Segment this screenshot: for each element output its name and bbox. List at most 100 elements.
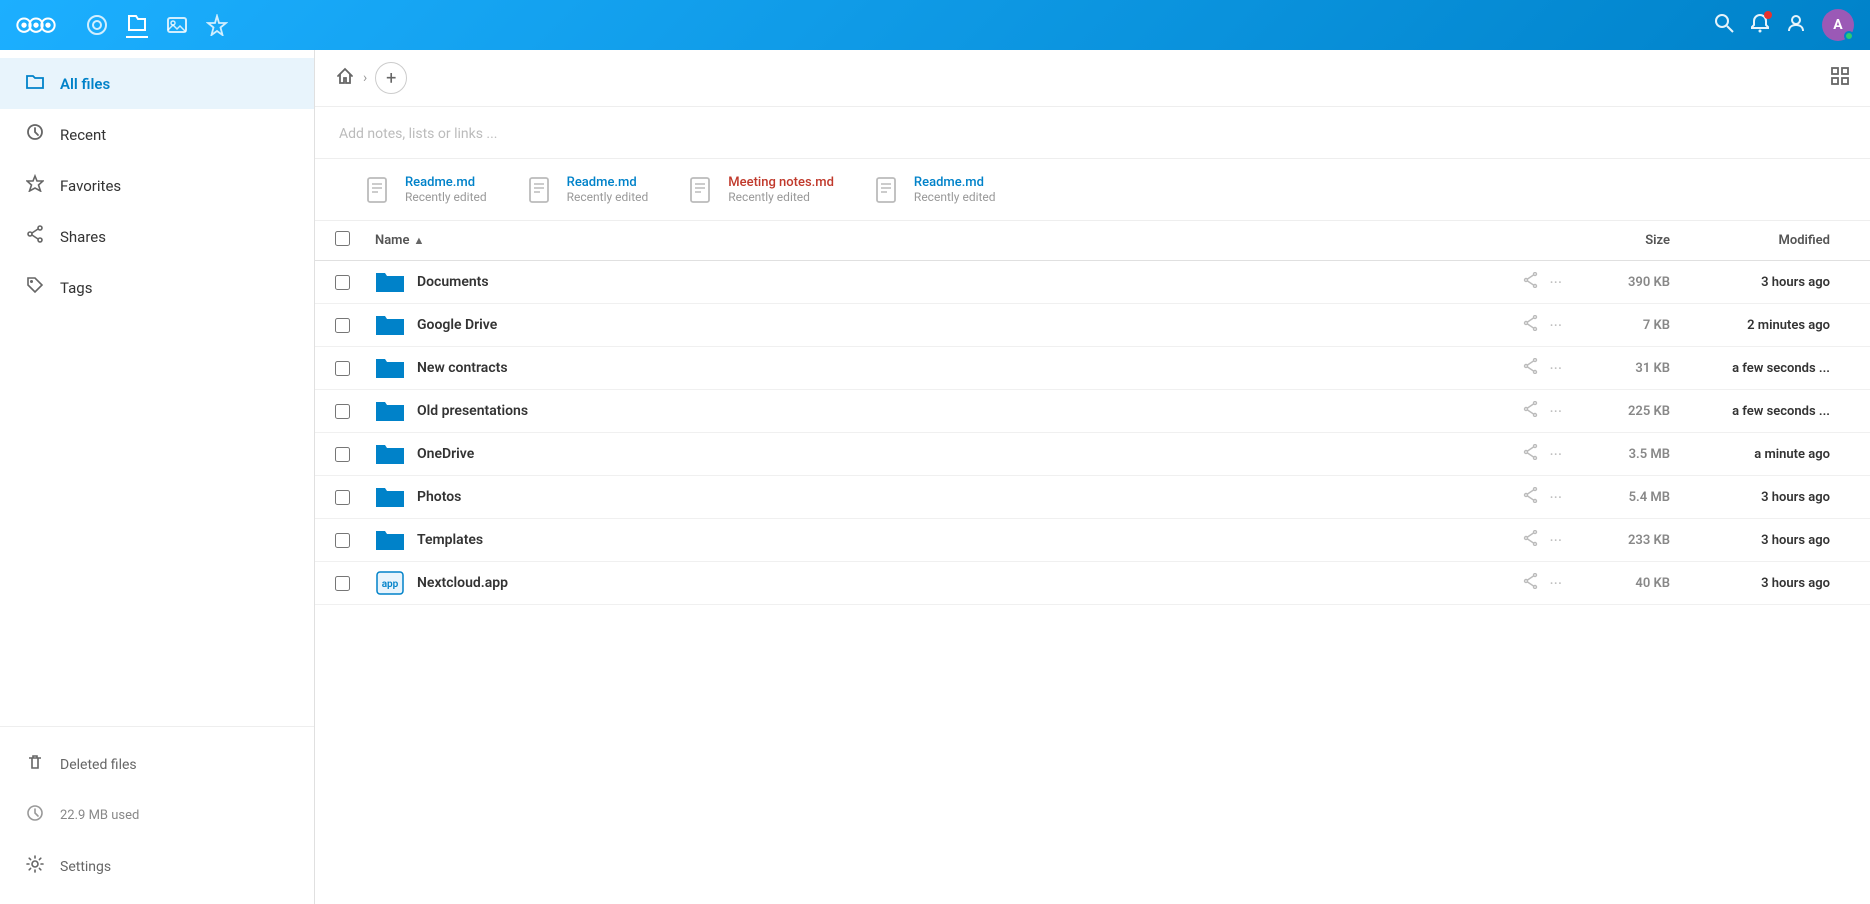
search-icon[interactable] — [1714, 13, 1734, 38]
more-row-icon[interactable]: ··· — [1549, 574, 1562, 593]
table-row[interactable]: OneDrive ··· 3.5 MB a minute ago — [315, 433, 1870, 476]
folder-icon — [24, 72, 46, 95]
sidebar-item-shares[interactable]: Shares — [0, 211, 314, 262]
share-row-icon[interactable] — [1523, 487, 1539, 507]
size-column-header: Size — [1570, 233, 1670, 248]
breadcrumb-add-button[interactable]: + — [375, 62, 407, 94]
breadcrumb-separator: › — [363, 70, 367, 86]
sidebar-item-recent[interactable]: Recent — [0, 109, 314, 160]
share-row-icon[interactable] — [1523, 444, 1539, 464]
file-modified: 2 minutes ago — [1670, 318, 1850, 333]
file-name: Google Drive — [417, 317, 497, 333]
avatar[interactable]: A — [1822, 9, 1854, 41]
dashboard-nav-icon[interactable] — [86, 14, 108, 36]
more-row-icon[interactable]: ··· — [1549, 273, 1562, 292]
table-row[interactable]: New contracts ··· 31 KB a few seconds ..… — [315, 347, 1870, 390]
avatar-online-badge — [1844, 31, 1854, 41]
sidebar-item-settings[interactable]: Settings — [0, 841, 314, 892]
file-modified: 3 hours ago — [1670, 533, 1850, 548]
share-row-icon[interactable] — [1523, 401, 1539, 421]
folder-icon — [375, 441, 405, 467]
storage-icon — [24, 804, 46, 827]
name-column-header: Name — [375, 233, 409, 248]
share-row-icon[interactable] — [1523, 530, 1539, 550]
sort-arrow: ▲ — [413, 234, 424, 247]
breadcrumb-bar: › + — [315, 50, 1870, 107]
sidebar-item-storage: 22.9 MB used — [0, 790, 314, 841]
file-modified: a few seconds ... — [1670, 404, 1850, 419]
row-checkbox-templates[interactable] — [335, 533, 350, 548]
row-actions: ··· — [1523, 272, 1562, 292]
table-row[interactable]: Google Drive ··· 7 KB 2 minutes ago — [315, 304, 1870, 347]
more-row-icon[interactable]: ··· — [1549, 359, 1562, 378]
tag-icon — [24, 276, 46, 299]
nav-right-icons: A — [1714, 9, 1854, 41]
file-modified: a few seconds ... — [1670, 361, 1850, 376]
notification-badge — [1764, 11, 1772, 19]
notifications-icon[interactable] — [1750, 13, 1770, 38]
row-actions: ··· — [1523, 444, 1562, 464]
file-name: Photos — [417, 489, 461, 505]
app-logo[interactable] — [16, 13, 56, 38]
breadcrumb-home[interactable] — [335, 66, 355, 91]
table-row[interactable]: app Nextcloud.app ··· 40 KB 3 hours ago — [315, 562, 1870, 605]
file-size: 233 KB — [1570, 533, 1670, 548]
table-row[interactable]: Documents ··· 390 KB 3 hours ago — [315, 261, 1870, 304]
row-checkbox-nextcloud-app[interactable] — [335, 576, 350, 591]
nav-app-icons — [86, 12, 228, 38]
row-checkbox-documents[interactable] — [335, 275, 350, 290]
main-layout: All files Recent Favorites Shares — [0, 50, 1870, 904]
file-size: 225 KB — [1570, 404, 1670, 419]
file-size: 31 KB — [1570, 361, 1670, 376]
row-actions: ··· — [1523, 401, 1562, 421]
share-row-icon[interactable] — [1523, 272, 1539, 292]
row-actions: ··· — [1523, 530, 1562, 550]
file-rows-container: Documents ··· 390 KB 3 hours ago Google … — [315, 261, 1870, 605]
activity-nav-icon[interactable] — [206, 14, 228, 36]
row-checkbox-old-presentations[interactable] — [335, 404, 350, 419]
file-name: Old presentations — [417, 403, 528, 419]
share-row-icon[interactable] — [1523, 358, 1539, 378]
trash-icon — [24, 753, 46, 776]
share-icon — [24, 225, 46, 248]
sidebar-item-deleted-files[interactable]: Deleted files — [0, 739, 314, 790]
gear-icon — [24, 855, 46, 878]
sidebar-item-tags[interactable]: Tags — [0, 262, 314, 313]
sidebar-nav: All files Recent Favorites Shares — [0, 50, 314, 726]
files-nav-icon[interactable] — [126, 12, 148, 38]
row-checkbox-onedrive[interactable] — [335, 447, 350, 462]
svg-text:app: app — [382, 579, 399, 590]
recent-file-item-0[interactable]: Readme.md Recently edited — [365, 175, 487, 204]
table-row[interactable]: Photos ··· 5.4 MB 3 hours ago — [315, 476, 1870, 519]
sidebar-item-favorites[interactable]: Favorites — [0, 160, 314, 211]
file-modified: 3 hours ago — [1670, 576, 1850, 591]
table-row[interactable]: Old presentations ··· 225 KB a few secon… — [315, 390, 1870, 433]
more-row-icon[interactable]: ··· — [1549, 445, 1562, 464]
view-toggle-button[interactable] — [1830, 66, 1850, 91]
notes-placeholder: Add notes, lists or links ... — [339, 126, 498, 142]
more-row-icon[interactable]: ··· — [1549, 531, 1562, 550]
table-row[interactable]: Templates ··· 233 KB 3 hours ago — [315, 519, 1870, 562]
contacts-icon[interactable] — [1786, 13, 1806, 38]
more-row-icon[interactable]: ··· — [1549, 488, 1562, 507]
file-size: 7 KB — [1570, 318, 1670, 333]
row-checkbox-google-drive[interactable] — [335, 318, 350, 333]
more-row-icon[interactable]: ··· — [1549, 402, 1562, 421]
share-row-icon[interactable] — [1523, 573, 1539, 593]
photos-nav-icon[interactable] — [166, 14, 188, 36]
row-checkbox-photos[interactable] — [335, 490, 350, 505]
row-checkbox-new-contracts[interactable] — [335, 361, 350, 376]
file-size: 5.4 MB — [1570, 490, 1670, 505]
row-actions: ··· — [1523, 358, 1562, 378]
recent-file-item-1[interactable]: Readme.md Recently edited — [527, 175, 649, 204]
notes-area[interactable]: Add notes, lists or links ... — [315, 107, 1870, 159]
sidebar-item-all-files[interactable]: All files — [0, 58, 314, 109]
share-row-icon[interactable] — [1523, 315, 1539, 335]
recent-file-item-3[interactable]: Readme.md Recently edited — [874, 175, 996, 204]
folder-icon — [375, 269, 405, 295]
file-name: Nextcloud.app — [417, 575, 508, 591]
more-row-icon[interactable]: ··· — [1549, 316, 1562, 335]
recent-file-item-2[interactable]: Meeting notes.md Recently edited — [688, 175, 834, 204]
file-modified: a minute ago — [1670, 447, 1850, 462]
select-all-checkbox[interactable] — [335, 231, 350, 246]
